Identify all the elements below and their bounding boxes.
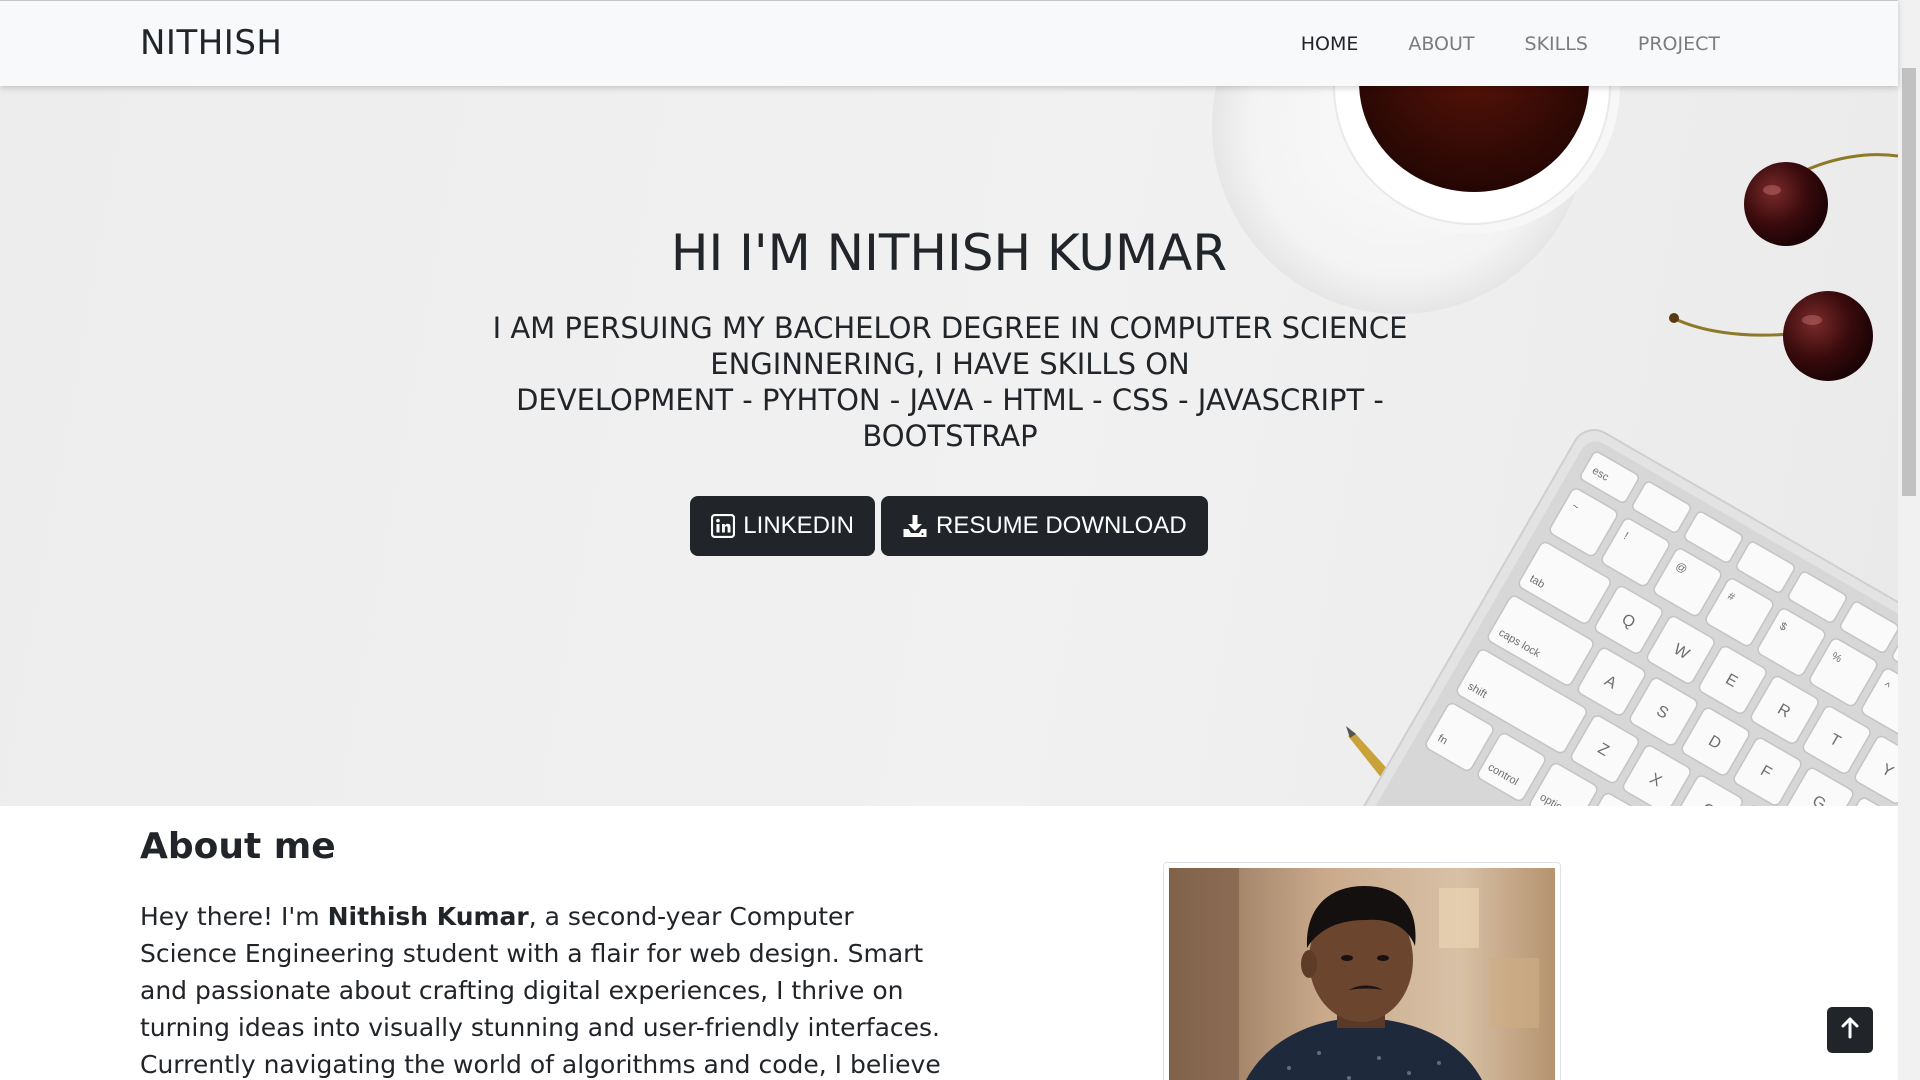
profile-photo-frame — [1163, 862, 1561, 1080]
nav-links: HOME ABOUT SKILLS PROJECT — [1301, 33, 1720, 55]
brand-logo[interactable]: NITHISH — [140, 23, 282, 63]
about-title: About me — [140, 826, 336, 867]
resume-download-button[interactable]: RESUME DOWNLOAD — [881, 496, 1208, 556]
linkedin-icon — [711, 514, 736, 538]
nav-link-home[interactable]: HOME — [1301, 33, 1359, 55]
hero-title: HI I'M NITHISH KUMAR — [670, 224, 1228, 282]
navbar: NITHISH HOME ABOUT SKILLS PROJECT — [0, 0, 1898, 86]
scrollbar-thumb[interactable] — [1902, 68, 1916, 496]
arrow-up-icon — [1840, 1017, 1860, 1043]
hero-subtitle-line-2: DEVELOPMENT - PYHTON - JAVA - HTML - CSS… — [516, 383, 1384, 453]
about-name: Nithish Kumar — [327, 902, 529, 931]
nav-link-skills[interactable]: SKILLS — [1525, 33, 1588, 55]
linkedin-button[interactable]: LINKEDIN — [690, 496, 875, 556]
profile-photo — [1169, 868, 1555, 1080]
about-section: About me Hey there! I'm Nithish Kumar, a… — [0, 806, 1898, 1080]
hero-section: esc ~ ! @ # $ % ^ tab Q W E R T Y caps l… — [0, 86, 1898, 806]
back-to-top-button[interactable] — [1827, 1007, 1873, 1053]
hero-subtitle-line-1: I AM PERSUING MY BACHELOR DEGREE IN COMP… — [492, 311, 1408, 381]
hero-subtitle: I AM PERSUING MY BACHELOR DEGREE IN COMP… — [480, 310, 1420, 454]
nav-link-about[interactable]: ABOUT — [1408, 33, 1474, 55]
about-intro-before: Hey there! I'm — [140, 902, 328, 931]
resume-download-button-label: RESUME DOWNLOAD — [936, 512, 1187, 539]
page-scrollbar[interactable] — [1898, 0, 1920, 1080]
nav-link-project[interactable]: PROJECT — [1638, 33, 1720, 55]
linkedin-button-label: LINKEDIN — [743, 512, 854, 539]
download-icon — [902, 514, 928, 538]
about-paragraph: Hey there! I'm Nithish Kumar, a second-y… — [140, 898, 950, 1080]
hero-buttons: LINKEDIN RESUME DOWNLOAD — [0, 496, 1898, 556]
